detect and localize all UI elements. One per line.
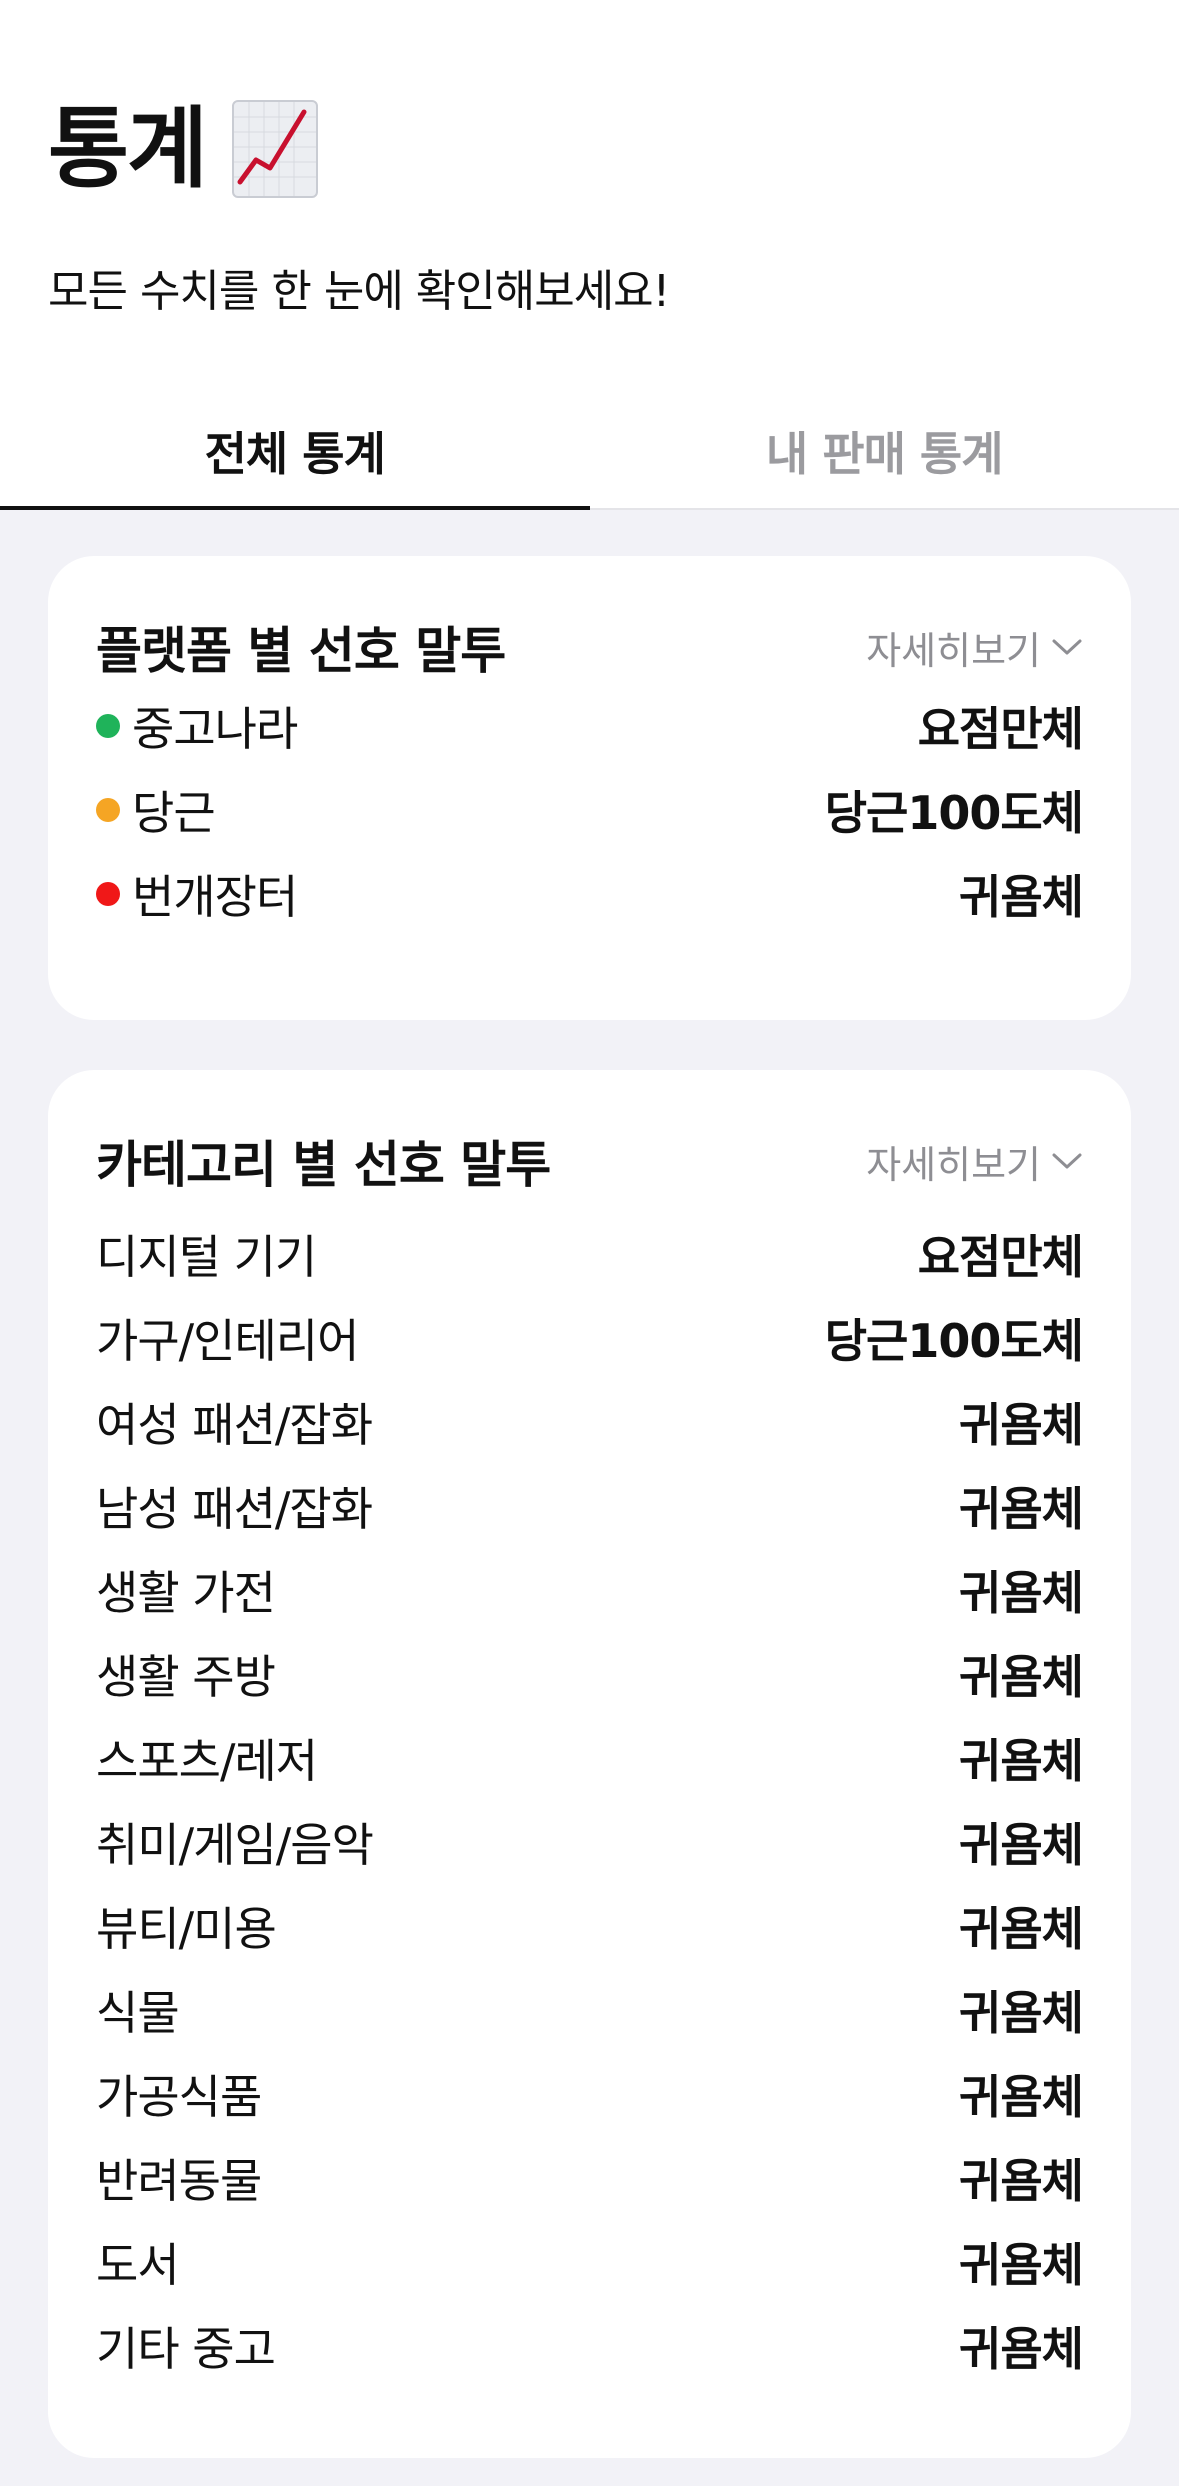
item-value: 귀욤체 <box>959 1398 1084 1452</box>
item-label: 번개장터 <box>96 861 298 927</box>
list-item: 스포츠/레저 귀욤체 <box>96 1716 1084 1800</box>
item-label: 취미/게임/음악 <box>96 1809 374 1875</box>
item-label: 생활 가전 <box>96 1557 276 1623</box>
item-value: 귀욤체 <box>959 2238 1084 2292</box>
item-label-text: 생활 주방 <box>96 1650 276 1704</box>
list-item: 생활 가전 귀욤체 <box>96 1548 1084 1632</box>
list-item: 도서 귀욤체 <box>96 2220 1084 2304</box>
item-label-text: 번개장터 <box>132 870 298 924</box>
chart-increasing-icon <box>231 100 318 198</box>
item-label: 기타 중고 <box>96 2313 276 2379</box>
item-value: 귀욤체 <box>959 1650 1084 1704</box>
item-label: 도서 <box>96 2229 180 2295</box>
list-item: 기타 중고 귀욤체 <box>96 2304 1084 2388</box>
more-label: 자세히보기 <box>866 1142 1041 1187</box>
title-row: 통계 <box>48 100 318 198</box>
list-item: 여성 패션/잡화 귀욤체 <box>96 1380 1084 1464</box>
list-item: 남성 패션/잡화 귀욤체 <box>96 1464 1084 1548</box>
category-card-header: 카테고리 별 선호 말투 자세히보기 <box>96 1125 1083 1197</box>
item-value: 귀욤체 <box>959 1818 1084 1872</box>
item-value: 귀욤체 <box>959 2070 1084 2124</box>
list-item: 가구/인테리어 당근100도체 <box>96 1296 1084 1380</box>
item-label: 생활 주방 <box>96 1641 276 1707</box>
list-item: 생활 주방 귀욤체 <box>96 1632 1084 1716</box>
item-label-text: 남성 패션/잡화 <box>96 1482 373 1536</box>
page-subtitle: 모든 수치를 한 눈에 확인해보세요! <box>48 266 670 317</box>
item-label-text: 가공식품 <box>96 2070 262 2124</box>
platform-card-header: 플랫폼 별 선호 말투 자세히보기 <box>96 611 1083 683</box>
item-label-text: 디지털 기기 <box>96 1230 317 1284</box>
item-label-text: 취미/게임/음악 <box>96 1818 374 1872</box>
category-more-button[interactable]: 자세히보기 <box>866 1134 1083 1189</box>
item-label: 디지털 기기 <box>96 1221 317 1287</box>
item-label-text: 스포츠/레저 <box>96 1734 318 1788</box>
item-label-text: 뷰티/미용 <box>96 1902 277 1956</box>
page-title: 통계 <box>48 97 208 200</box>
item-value: 당근100도체 <box>824 1314 1084 1368</box>
tab-my-sales-stats[interactable]: 내 판매 통계 <box>590 390 1179 508</box>
item-label-text: 기타 중고 <box>96 2322 276 2376</box>
page-header: 통계 모든 수치를 한 눈에 확인해보세요! 전체 통계 내 판매 통계 <box>0 0 1179 510</box>
list-item: 중고나라 요점만체 <box>96 684 1084 768</box>
item-value: 당근100도체 <box>824 786 1084 840</box>
status-dot-icon <box>96 882 120 906</box>
item-value: 귀욤체 <box>959 1902 1084 1956</box>
stats-tabs: 전체 통계 내 판매 통계 <box>0 390 1179 510</box>
item-label: 뷰티/미용 <box>96 1893 277 1959</box>
category-card-title: 카테고리 별 선호 말투 <box>96 1136 551 1194</box>
list-item: 취미/게임/음악 귀욤체 <box>96 1800 1084 1884</box>
platform-card: 플랫폼 별 선호 말투 자세히보기 중고나라 요점만체당근 당근100도체번개장터 귀… <box>48 556 1131 1020</box>
item-label: 식물 <box>96 1977 180 2043</box>
item-value: 귀욤체 <box>959 870 1084 924</box>
item-label: 남성 패션/잡화 <box>96 1473 373 1539</box>
more-label: 자세히보기 <box>866 628 1041 673</box>
chevron-down-icon <box>1052 1153 1082 1169</box>
item-value: 요점만체 <box>917 1230 1084 1284</box>
item-value: 귀욤체 <box>959 1986 1084 2040</box>
item-label-text: 생활 가전 <box>96 1566 276 1620</box>
item-value: 귀욤체 <box>959 1734 1084 1788</box>
item-value: 요점만체 <box>917 702 1084 756</box>
platform-more-button[interactable]: 자세히보기 <box>866 620 1083 675</box>
item-label-text: 반려동물 <box>96 2154 262 2208</box>
platform-card-title: 플랫폼 별 선호 말투 <box>96 622 506 680</box>
item-label-text: 당근 <box>132 786 216 840</box>
item-value: 귀욤체 <box>959 2154 1084 2208</box>
item-value: 귀욤체 <box>959 2322 1084 2376</box>
list-item: 디지털 기기 요점만체 <box>96 1212 1084 1296</box>
status-dot-icon <box>96 714 120 738</box>
tab-overall-stats[interactable]: 전체 통계 <box>0 390 590 510</box>
item-label-text: 여성 패션/잡화 <box>96 1398 373 1452</box>
list-item: 식물 귀욤체 <box>96 1968 1084 2052</box>
item-label: 당근 <box>96 777 216 843</box>
item-label: 반려동물 <box>96 2145 262 2211</box>
item-label: 스포츠/레저 <box>96 1725 318 1791</box>
category-card: 카테고리 별 선호 말투 자세히보기 디지털 기기 요점만체가구/인테리어 당근10… <box>48 1070 1131 2458</box>
list-item: 당근 당근100도체 <box>96 768 1084 852</box>
item-label: 가구/인테리어 <box>96 1305 359 1371</box>
item-label-text: 식물 <box>96 1986 180 2040</box>
chevron-down-icon <box>1052 639 1082 655</box>
status-dot-icon <box>96 798 120 822</box>
item-label: 중고나라 <box>96 693 298 759</box>
list-item: 가공식품 귀욤체 <box>96 2052 1084 2136</box>
list-item: 번개장터 귀욤체 <box>96 852 1084 936</box>
category-list: 디지털 기기 요점만체 가구/인테리어 당근100도체 여성 패션/잡화 귀욤체 남성 패션… <box>96 1212 1084 2388</box>
item-value: 귀욤체 <box>959 1566 1084 1620</box>
platform-list: 중고나라 요점만체당근 당근100도체번개장터 귀욤체 <box>96 684 1084 936</box>
item-value: 귀욤체 <box>959 1482 1084 1536</box>
list-item: 반려동물 귀욤체 <box>96 2136 1084 2220</box>
item-label: 여성 패션/잡화 <box>96 1389 373 1455</box>
item-label-text: 가구/인테리어 <box>96 1314 359 1368</box>
item-label-text: 도서 <box>96 2238 180 2292</box>
item-label-text: 중고나라 <box>132 702 298 756</box>
item-label: 가공식품 <box>96 2061 262 2127</box>
list-item: 뷰티/미용 귀욤체 <box>96 1884 1084 1968</box>
